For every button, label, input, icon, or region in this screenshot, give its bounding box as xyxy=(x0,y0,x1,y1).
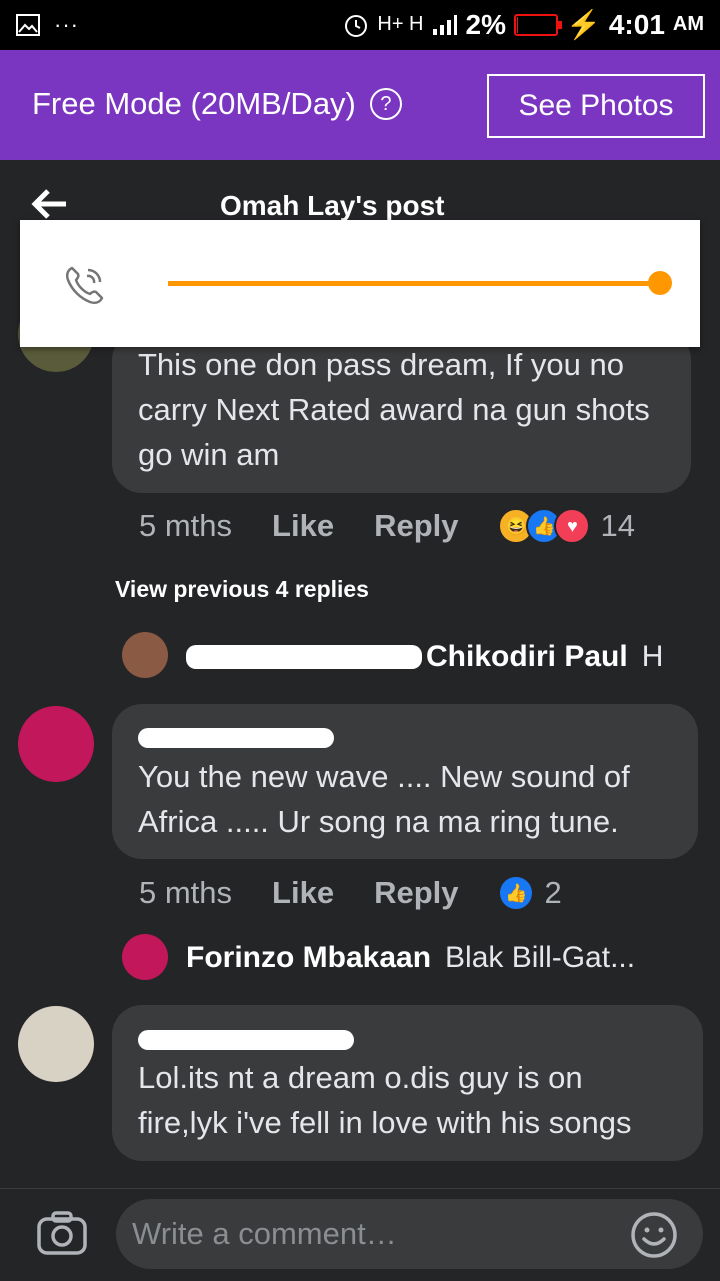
reply-snippet: Blak Bill-Gat... xyxy=(445,941,636,974)
reaction-count: 14 xyxy=(600,508,635,543)
comment-bubble[interactable]: Lol.its nt a dream o.dis guy is on fire,… xyxy=(112,1005,703,1161)
comment-text: You the new wave .... New sound of Afric… xyxy=(138,759,630,839)
redaction-mark xyxy=(138,728,334,748)
charging-icon: ⚡ xyxy=(565,9,601,40)
like-button[interactable]: Like xyxy=(272,875,334,911)
comment-text: This one don pass dream, If you no carry… xyxy=(138,347,650,472)
volume-slider[interactable] xyxy=(168,271,672,295)
like-reaction-icon: 👍 xyxy=(498,875,535,911)
battery-fill xyxy=(516,16,518,33)
avatar[interactable] xyxy=(122,934,168,980)
clock-time: 4:01 xyxy=(608,8,665,40)
clock-ampm: AM xyxy=(672,13,704,35)
redaction-mark xyxy=(186,645,422,669)
emoji-icon[interactable] xyxy=(630,1211,678,1259)
view-previous-replies-link[interactable]: View previous 4 replies xyxy=(115,576,369,603)
alarm-icon xyxy=(345,14,368,37)
like-button[interactable]: Like xyxy=(272,508,334,544)
help-icon[interactable]: ? xyxy=(369,88,402,120)
comment-time: 5 mths xyxy=(139,508,233,543)
reply-preview[interactable]: Chikodiri Paul H xyxy=(186,640,663,674)
reply-author: Forinzo Mbakaan xyxy=(186,941,432,974)
avatar[interactable] xyxy=(18,706,94,782)
signal-icon xyxy=(432,14,457,35)
see-photos-button[interactable]: See Photos xyxy=(487,74,705,138)
love-reaction-icon: ♥ xyxy=(554,508,591,544)
free-mode-label-wrap[interactable]: Free Mode (20MB/Day) ? xyxy=(32,86,402,122)
volume-overlay xyxy=(20,220,700,347)
reply-preview[interactable]: Forinzo Mbakaan Blak Bill-Gat... xyxy=(186,941,635,975)
page-title: Omah Lay's post xyxy=(220,190,445,221)
reply-button[interactable]: Reply xyxy=(374,508,458,544)
status-bar: ··· H+ H 2% ⚡ 4:01 AM xyxy=(0,0,720,50)
battery-icon xyxy=(513,13,562,36)
reaction-count: 2 xyxy=(544,875,562,910)
comment-input[interactable] xyxy=(116,1199,703,1269)
status-bar-left: ··· xyxy=(16,12,79,38)
back-arrow-icon[interactable] xyxy=(30,186,70,222)
free-mode-bar: Free Mode (20MB/Day) ? See Photos xyxy=(0,50,720,160)
free-mode-label: Free Mode (20MB/Day) xyxy=(32,86,356,121)
comment-time: 5 mths xyxy=(139,875,233,910)
comment-actions: 5 mths Like Reply 👍 2 xyxy=(139,875,562,911)
network-type: H+ H xyxy=(377,13,424,35)
reply-snippet: H xyxy=(641,640,664,673)
status-bar-right: H+ H 2% ⚡ 4:01 AM xyxy=(343,8,704,41)
reactions[interactable]: 😆 👍 ♥ 14 xyxy=(498,508,635,544)
reactions[interactable]: 👍 2 xyxy=(498,875,562,911)
avatar[interactable] xyxy=(18,1006,94,1082)
redaction-mark xyxy=(138,1030,354,1050)
reply-button[interactable]: Reply xyxy=(374,875,458,911)
battery-percent: 2% xyxy=(465,8,506,40)
comment-text: Lol.its nt a dream o.dis guy is on fire,… xyxy=(138,1060,632,1140)
reply-author: Chikodiri Paul xyxy=(426,640,628,673)
phone-ringing-icon xyxy=(65,266,104,305)
more-icon: ··· xyxy=(54,12,79,37)
gallery-icon xyxy=(16,14,40,36)
comment-composer xyxy=(0,1188,720,1281)
camera-icon[interactable] xyxy=(36,1209,88,1257)
volume-slider-knob[interactable] xyxy=(648,271,672,295)
comment-bubble[interactable]: You the new wave .... New sound of Afric… xyxy=(112,704,698,859)
volume-slider-fill xyxy=(168,281,660,286)
avatar[interactable] xyxy=(122,632,168,678)
comment-actions: 5 mths Like Reply 😆 👍 ♥ 14 xyxy=(139,508,635,544)
comment-bubble[interactable]: This one don pass dream, If you no carry… xyxy=(112,330,691,493)
